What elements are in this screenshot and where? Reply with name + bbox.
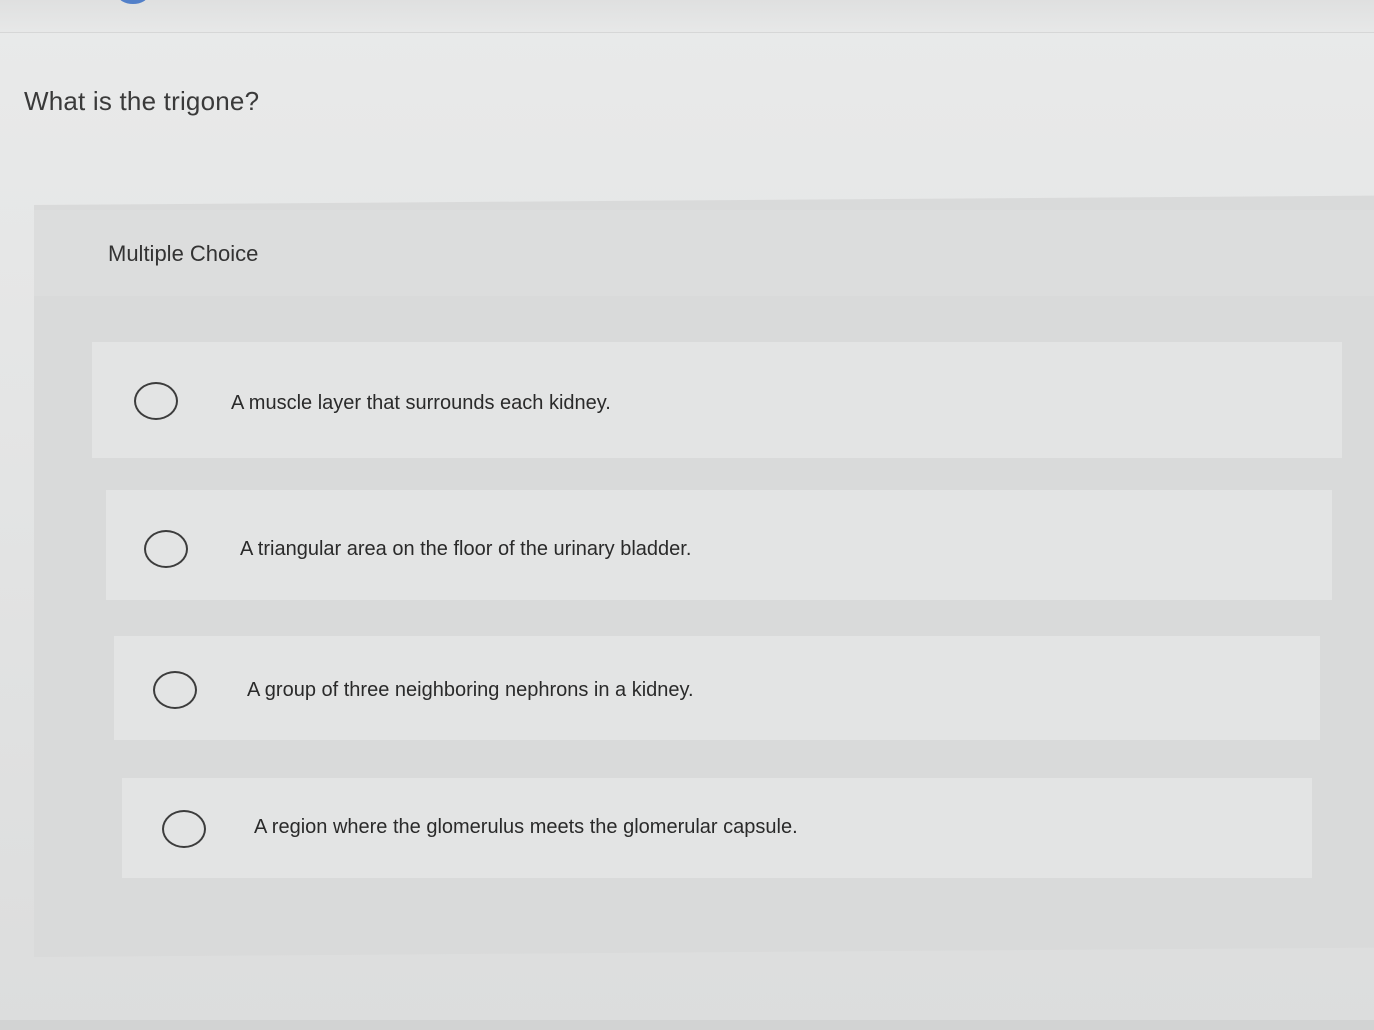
answer-option-4[interactable]: A region where the glomerulus meets the … bbox=[122, 778, 1312, 878]
answer-option-text[interactable]: A muscle layer that surrounds each kidne… bbox=[231, 392, 611, 415]
top-toolbar-strip bbox=[0, 0, 1374, 33]
radio-button-icon[interactable] bbox=[162, 810, 206, 848]
answer-option-2[interactable]: A triangular area on the floor of the ur… bbox=[106, 490, 1332, 600]
radio-button-icon[interactable] bbox=[144, 530, 188, 568]
radio-button-icon[interactable] bbox=[134, 382, 178, 420]
bottom-divider bbox=[0, 1020, 1374, 1030]
answer-option-1[interactable]: A muscle layer that surrounds each kidne… bbox=[92, 342, 1342, 458]
answer-option-text[interactable]: A region where the glomerulus meets the … bbox=[254, 816, 798, 839]
multiple-choice-label: Multiple Choice bbox=[108, 241, 259, 266]
answer-option-text[interactable]: A group of three neighboring nephrons in… bbox=[247, 679, 694, 702]
toolbar-indicator-icon bbox=[118, 0, 148, 4]
answer-option-3[interactable]: A group of three neighboring nephrons in… bbox=[114, 636, 1320, 740]
radio-button-icon[interactable] bbox=[153, 671, 197, 709]
question-text: What is the trigone? bbox=[24, 86, 260, 116]
answer-option-text[interactable]: A triangular area on the floor of the ur… bbox=[240, 538, 691, 561]
